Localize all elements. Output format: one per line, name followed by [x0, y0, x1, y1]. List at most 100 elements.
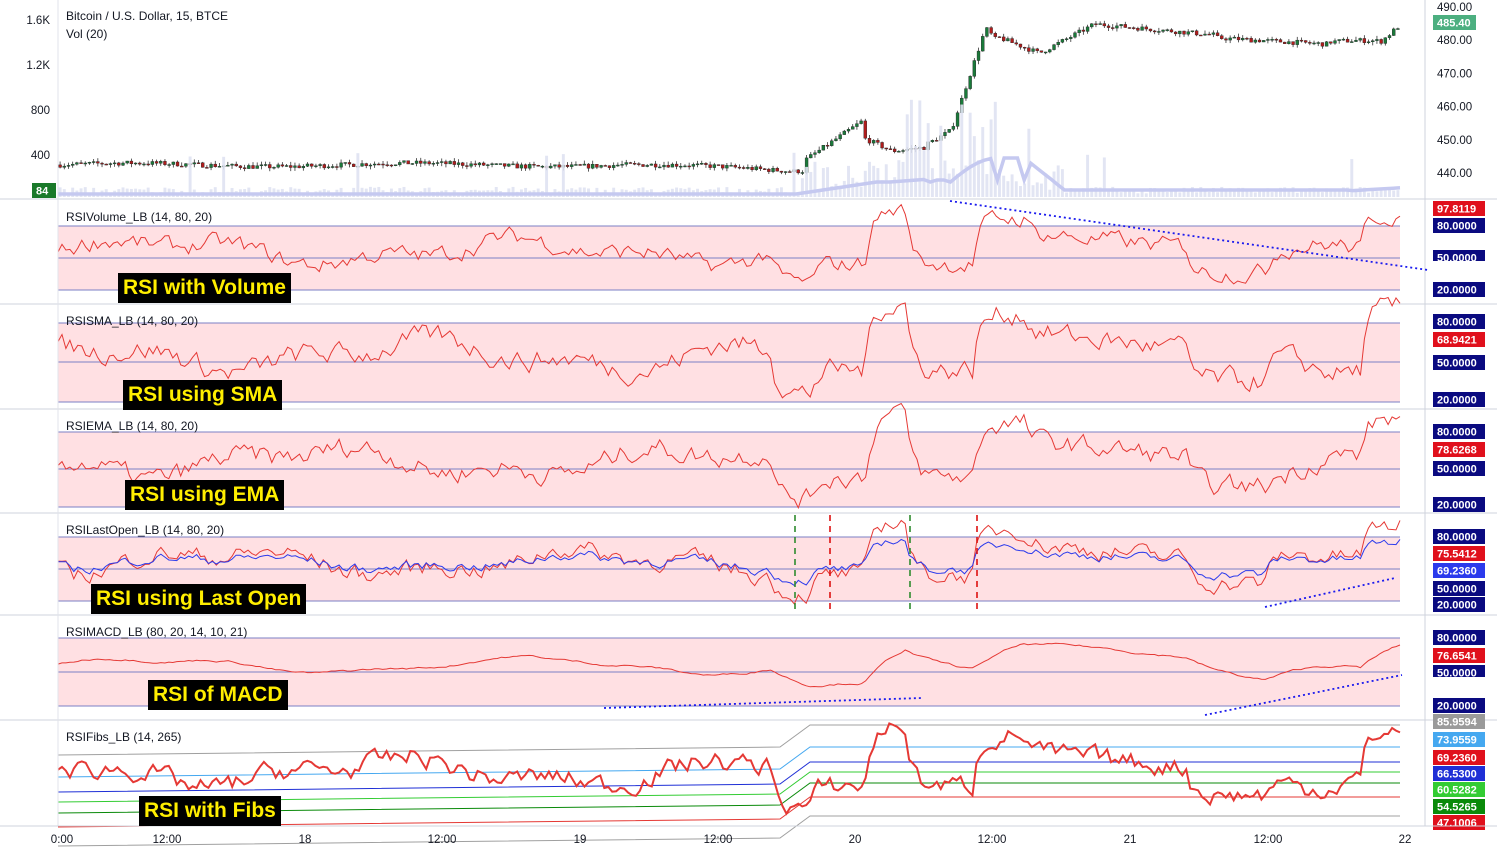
candle: [1249, 36, 1253, 43]
value-tag-text: 50.0000: [1437, 358, 1477, 370]
candle: [1182, 30, 1186, 37]
candle: [171, 161, 175, 168]
candle: [1358, 37, 1362, 43]
candle: [326, 164, 331, 169]
candle: [238, 165, 243, 170]
candle: [1245, 36, 1249, 41]
candle: [788, 169, 792, 173]
candle: [96, 158, 100, 167]
value-tag-text: 80.0000: [1437, 532, 1477, 544]
candle: [1022, 46, 1027, 51]
candle: [1148, 28, 1153, 33]
value-tag-text: 60.5282: [1437, 785, 1477, 797]
candle: [666, 161, 670, 168]
candle: [1094, 20, 1098, 28]
candle: [1396, 27, 1400, 30]
price-tick-label: 470.00: [1437, 68, 1472, 80]
candle: [934, 137, 939, 142]
candle: [972, 58, 977, 79]
candle: [393, 164, 398, 167]
candle: [1106, 23, 1111, 31]
candle: [649, 163, 654, 166]
candle: [201, 161, 205, 168]
candle: [154, 159, 159, 166]
volume-tick-label: 400: [31, 150, 50, 162]
candle: [976, 47, 981, 65]
candle: [985, 26, 989, 38]
candle: [1379, 38, 1383, 46]
candle: [800, 170, 805, 175]
candle: [146, 160, 150, 167]
candle: [595, 164, 599, 170]
price-pane[interactable]: Bitcoin / U.S. Dollar, 15, BTCE Vol (20)…: [0, 2, 1497, 200]
callout-rsi-last-open: RSI using Last Open: [91, 584, 307, 614]
candle: [1295, 36, 1299, 48]
candle: [414, 158, 419, 167]
candle: [876, 138, 880, 145]
value-tag-text: 20.0000: [1437, 285, 1477, 297]
candle: [398, 160, 402, 167]
candle: [1098, 21, 1102, 25]
candle: [1144, 24, 1148, 32]
candle: [981, 33, 985, 52]
candle: [708, 161, 712, 171]
candle: [456, 159, 461, 168]
candle: [276, 162, 280, 169]
value-tag-text: 80.0000: [1437, 221, 1477, 233]
candle: [1119, 24, 1123, 29]
candle: [1178, 30, 1182, 38]
candle: [867, 135, 872, 146]
candle: [930, 139, 935, 143]
candle: [469, 161, 473, 169]
candle: [310, 163, 314, 169]
value-tag-text: 85.9594: [1437, 717, 1478, 729]
candle: [1324, 41, 1329, 47]
indicator-title: RSISMA_LB (14, 80, 20): [66, 314, 198, 328]
candle: [498, 163, 503, 165]
candle: [767, 167, 771, 174]
candle: [1152, 29, 1157, 35]
candle: [1115, 22, 1119, 32]
candle: [838, 132, 842, 141]
candle: [293, 162, 297, 171]
candle: [653, 160, 658, 171]
candle: [670, 162, 675, 168]
candle: [1002, 33, 1006, 43]
candle: [406, 160, 410, 165]
candle: [1215, 30, 1220, 37]
candle: [1341, 37, 1346, 41]
candle: [159, 159, 163, 166]
candle: [100, 161, 104, 168]
candle: [821, 145, 826, 151]
volume-badge-value: 84: [36, 186, 49, 198]
candlesticks: [58, 20, 1400, 175]
indicator-pane-6[interactable]: RSIFibs_LB (14, 265): [0, 722, 1497, 847]
fib-level-line: [57, 724, 1400, 756]
candle: [1287, 39, 1291, 45]
candle: [700, 160, 704, 165]
candle: [318, 163, 322, 169]
price-tick-label: 460.00: [1437, 102, 1472, 114]
value-tag-text: 50.0000: [1437, 464, 1477, 476]
candle: [91, 159, 96, 165]
candle: [209, 162, 213, 171]
candle: [607, 165, 612, 170]
candle: [1031, 46, 1035, 54]
candle: [1090, 23, 1094, 29]
chart-canvas[interactable]: Bitcoin / U.S. Dollar, 15, BTCE Vol (20)…: [0, 0, 1497, 854]
price-scale[interactable]: 97.8119 80.0000 50.0000 40.0000 20.0000 80.00…: [1433, 201, 1485, 830]
candle: [435, 160, 440, 166]
value-tag-text: 68.9421: [1437, 335, 1477, 347]
candle: [1383, 37, 1387, 46]
value-tag-text: 75.5412: [1437, 549, 1477, 561]
volume-tick-label: 1.6K: [26, 15, 50, 27]
time-tick-label: 12:00: [978, 834, 1007, 846]
value-tag-text: 40.0000: [1437, 680, 1477, 692]
candle: [301, 164, 306, 171]
candle: [289, 161, 293, 172]
candle: [117, 161, 121, 168]
candle: [255, 162, 259, 169]
candle: [599, 164, 603, 169]
candle: [733, 163, 737, 169]
candle: [314, 163, 318, 169]
